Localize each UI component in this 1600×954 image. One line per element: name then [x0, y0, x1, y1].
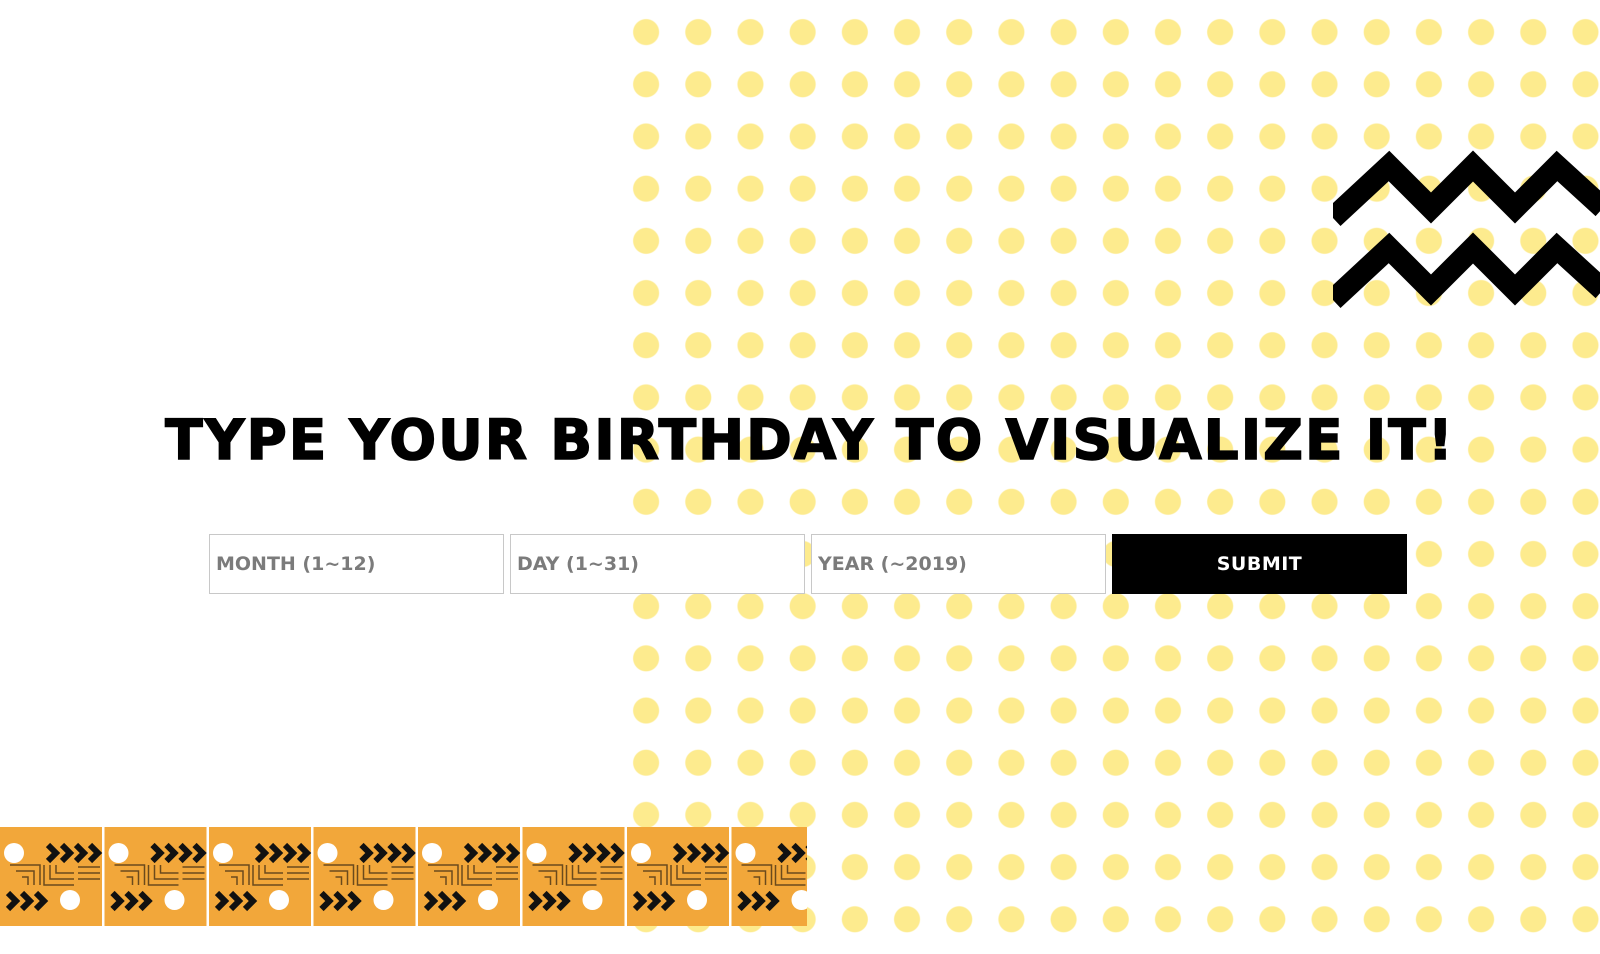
- page: TYPE YOUR BIRTHDAY TO VISUALIZE IT! SUBM…: [0, 0, 1600, 954]
- page-title: TYPE YOUR BIRTHDAY TO VISUALIZE IT!: [164, 407, 1455, 473]
- birthday-form: SUBMIT: [209, 534, 1407, 594]
- patterned-ribbon: [0, 827, 807, 926]
- zigzag-icon: [1333, 150, 1600, 309]
- submit-button[interactable]: SUBMIT: [1112, 534, 1407, 594]
- month-input[interactable]: [209, 534, 504, 594]
- year-input[interactable]: [811, 534, 1106, 594]
- polka-dot-background: [620, 0, 1600, 954]
- day-input[interactable]: [510, 534, 805, 594]
